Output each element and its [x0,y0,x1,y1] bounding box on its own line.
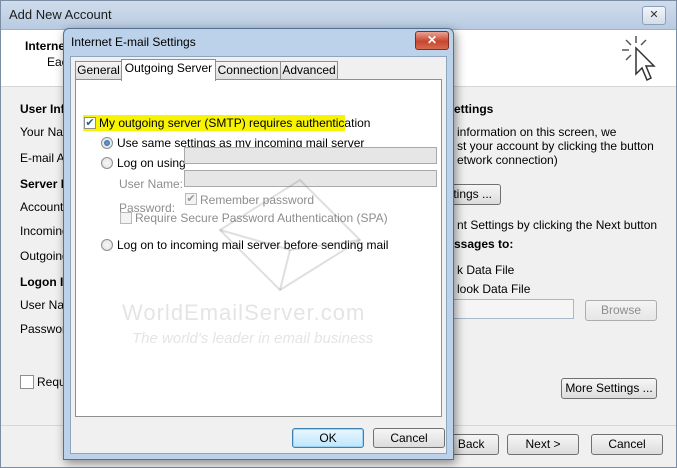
internet-email-settings-dialog: Internet E-mail Settings ✕ General Outgo… [63,28,454,460]
watermark-tagline: The world's leader in email business [132,330,374,347]
logon-info-heading: Logon I [20,275,64,289]
server-info-heading: Server I [20,177,65,191]
user-name-input[interactable] [184,147,437,164]
incoming-server-label: Incoming [20,224,69,238]
new-data-file-option[interactable]: k Data File [457,263,514,277]
test-settings-heading: ettings [454,102,494,116]
user-info-heading: User Inf [20,102,65,116]
smtp-auth-label: My outgoing server (SMTP) requires authe… [99,116,371,130]
next-button-desc: nt Settings by clicking the Next button [457,218,658,232]
window-title: Add New Account [9,7,112,22]
watermark-title: WorldEmailServer.com [122,300,366,325]
password-input[interactable] [184,170,437,187]
more-settings-button[interactable]: More Settings ... [561,378,657,399]
log-on-incoming-radio[interactable] [101,239,113,251]
remember-password-label: Remember password [200,193,315,207]
cursor-click-icon [622,36,656,82]
outgoing-server-label: Outgoing [20,249,69,263]
dialog-close-button[interactable]: ✕ [415,31,449,50]
ok-button[interactable]: OK [292,428,364,448]
require-spa-checkbox[interactable] [20,375,34,389]
existing-data-file-option[interactable]: look Data File [457,282,530,296]
tab-advanced[interactable]: Advanced [280,61,338,79]
tab-outgoing-server[interactable]: Outgoing Server [121,59,216,81]
cancel-button[interactable]: Cancel [591,434,663,455]
use-same-settings-radio[interactable] [101,137,113,149]
log-on-using-radio[interactable] [101,157,113,169]
window-titlebar: Add New Account ✕ [1,1,676,30]
window-close-button[interactable]: ✕ [642,6,666,25]
data-file-path-input[interactable] [448,299,574,319]
test-desc-line-2: st your account by clicking the button [457,139,654,153]
tab-general[interactable]: General [75,61,122,79]
browse-button[interactable]: Browse [585,300,657,321]
log-on-using-label: Log on using [117,156,186,170]
spa-label: Require Secure Password Authentication (… [135,211,388,225]
log-on-incoming-label: Log on to incoming mail server before se… [117,238,389,252]
smtp-auth-checkbox[interactable]: ✔ [84,117,96,129]
spa-checkbox[interactable] [120,212,132,224]
wizard-header-title: Interne [25,39,66,53]
dialog-title: Internet E-mail Settings [71,35,196,49]
remember-password-checkbox[interactable]: ✔ [185,193,197,205]
next-button[interactable]: Next > [507,434,579,455]
test-desc-line-3: etwork connection) [457,153,558,167]
tab-connection[interactable]: Connection [215,61,281,79]
test-desc-line-1: information on this screen, we [457,125,617,139]
dialog-cancel-button[interactable]: Cancel [373,428,445,448]
user-name-label: User Name: [119,177,184,191]
deliver-messages-heading: ssages to: [454,237,514,251]
dialog-titlebar: Internet E-mail Settings ✕ [64,29,453,55]
